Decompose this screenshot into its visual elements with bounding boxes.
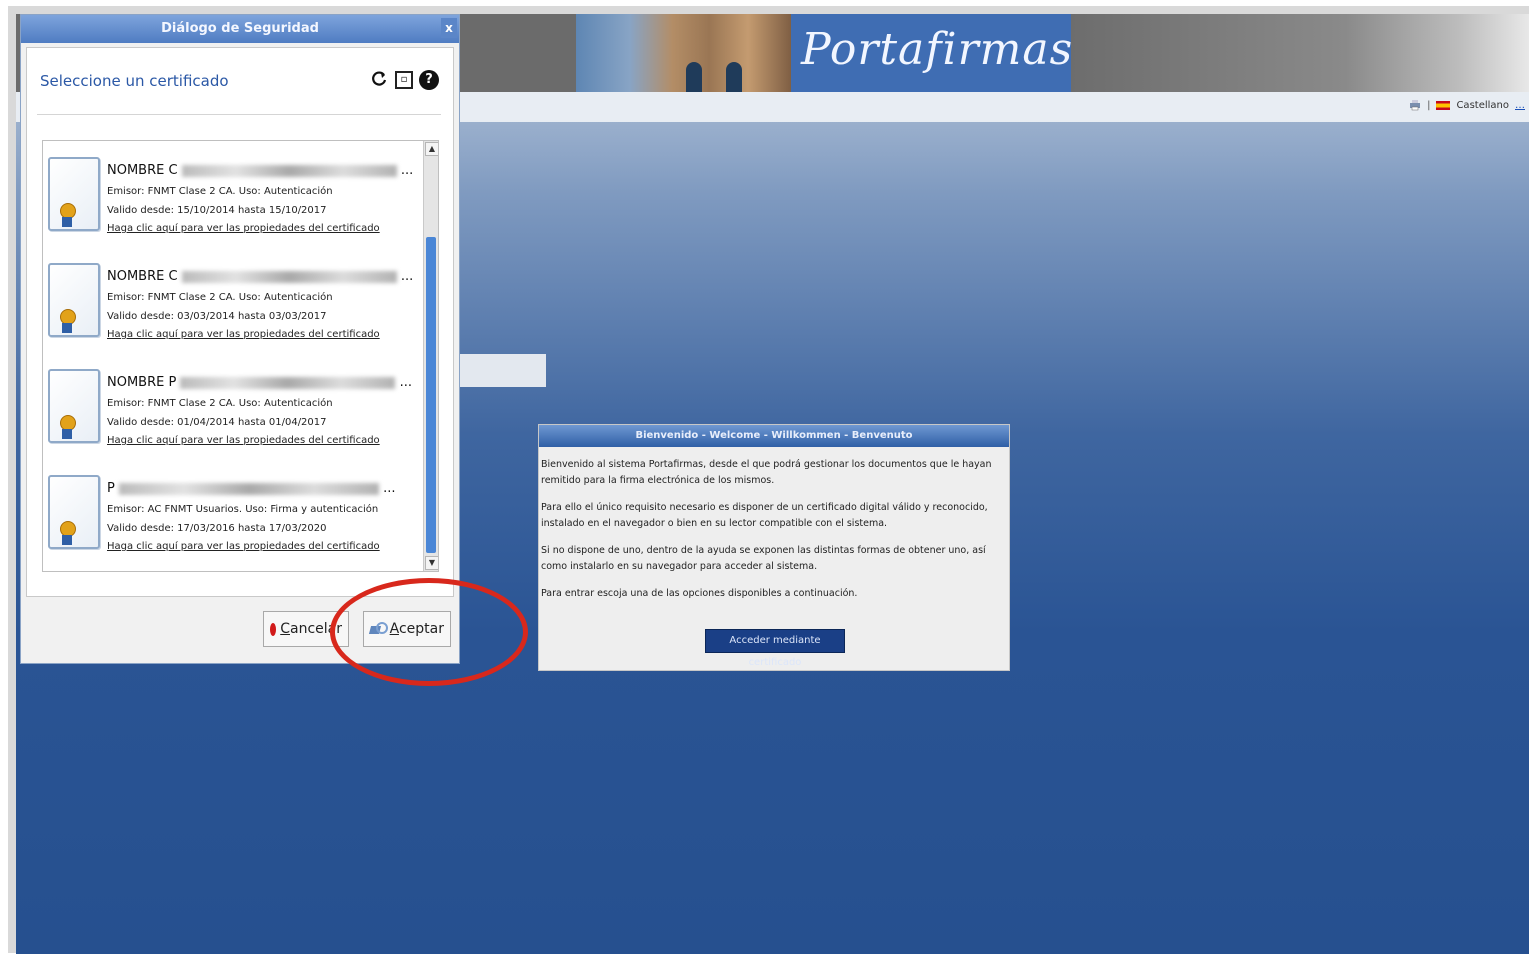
dialog-titlebar[interactable]: Diálogo de Seguridad x bbox=[21, 15, 459, 43]
certificate-properties-link[interactable]: Haga clic aquí para ver las propiedades … bbox=[107, 329, 380, 340]
cancel-icon bbox=[270, 622, 277, 636]
certificate-validity: Valido desde: 01/04/2014 hasta 01/04/201… bbox=[107, 417, 327, 428]
redacted-text bbox=[118, 482, 379, 495]
name-ellipsis: ... bbox=[383, 481, 396, 496]
certificate-validity: Valido desde: 15/10/2014 hasta 15/10/201… bbox=[107, 205, 327, 216]
dialog-tools: ▫ ? bbox=[369, 70, 439, 90]
toolbar-icons: | Castellano … bbox=[1409, 94, 1529, 116]
arch-decoration bbox=[726, 62, 742, 92]
highlight-annotation bbox=[330, 578, 528, 686]
close-icon[interactable]: x bbox=[441, 18, 457, 38]
certificate-icon bbox=[48, 157, 100, 231]
welcome-paragraph: Para ello el único requisito necesario e… bbox=[541, 502, 988, 529]
certificate-issuer: Emisor: FNMT Clase 2 CA. Uso: Autenticac… bbox=[107, 292, 333, 303]
certificate-name: NOMBRE P ... bbox=[107, 375, 412, 390]
certificate-name-text: NOMBRE P bbox=[107, 375, 177, 390]
header-photo bbox=[576, 14, 791, 92]
certificate-issuer: Emisor: FNMT Clase 2 CA. Uso: Autenticac… bbox=[107, 186, 333, 197]
certificate-icon bbox=[48, 475, 100, 549]
certificate-login-button[interactable]: Acceder mediante certificado bbox=[705, 629, 845, 668]
welcome-paragraph: Bienvenido al sistema Portafirmas, desde… bbox=[541, 459, 992, 486]
restore-icon[interactable]: ▫ bbox=[395, 71, 413, 89]
flag-icon bbox=[1436, 100, 1451, 110]
welcome-paragraph: Si no dispone de uno, dentro de la ayuda… bbox=[541, 545, 986, 572]
certificate-item[interactable]: NOMBRE C ... Emisor: FNMT Clase 2 CA. Us… bbox=[43, 141, 421, 245]
certificate-icon bbox=[48, 369, 100, 443]
refresh-icon[interactable] bbox=[369, 70, 389, 90]
security-dialog: Diálogo de Seguridad x Seleccione un cer… bbox=[20, 14, 460, 664]
help-icon[interactable]: ? bbox=[419, 70, 439, 90]
scrollbar[interactable]: ▲ ▼ bbox=[423, 141, 438, 571]
certificate-properties-link[interactable]: Haga clic aquí para ver las propiedades … bbox=[107, 223, 380, 234]
certificate-properties-link[interactable]: Haga clic aquí para ver las propiedades … bbox=[107, 435, 380, 446]
welcome-body: Bienvenido al sistema Portafirmas, desde… bbox=[539, 447, 1009, 602]
dialog-panel: Seleccione un certificado ▫ ? NOMBRE C .… bbox=[26, 47, 454, 597]
scroll-down-icon[interactable]: ▼ bbox=[425, 556, 438, 570]
redacted-text bbox=[180, 376, 396, 389]
divider bbox=[37, 114, 441, 115]
certificate-icon bbox=[48, 263, 100, 337]
name-ellipsis: ... bbox=[399, 375, 412, 390]
arch-decoration bbox=[686, 62, 702, 92]
print-icon[interactable] bbox=[1409, 99, 1421, 111]
scroll-thumb[interactable] bbox=[426, 237, 436, 553]
welcome-title: Bienvenido - Welcome - Willkommen - Benv… bbox=[539, 425, 1009, 447]
app-title: Portafirmas bbox=[801, 24, 1074, 75]
welcome-paragraph: Para entrar escoja una de las opciones d… bbox=[541, 588, 858, 599]
language-link[interactable]: … bbox=[1515, 100, 1525, 111]
certificate-name: NOMBRE C ... bbox=[107, 269, 413, 284]
title-block: Portafirmas bbox=[791, 14, 1074, 92]
welcome-panel: Bienvenido - Welcome - Willkommen - Benv… bbox=[538, 424, 1010, 671]
name-ellipsis: ... bbox=[400, 163, 414, 178]
header-photo-right bbox=[1071, 14, 1529, 92]
dialog-title: Diálogo de Seguridad bbox=[161, 21, 319, 36]
certificate-item[interactable]: NOMBRE P ... Emisor: FNMT Clase 2 CA. Us… bbox=[43, 353, 421, 457]
certificate-item[interactable]: P ... Emisor: AC FNMT Usuarios. Uso: Fir… bbox=[43, 459, 421, 563]
side-tab bbox=[456, 354, 546, 387]
certificate-properties-link[interactable]: Haga clic aquí para ver las propiedades … bbox=[107, 541, 380, 552]
certificate-name: NOMBRE C ... bbox=[107, 163, 413, 178]
certificate-name-text: NOMBRE C bbox=[107, 269, 178, 284]
certificate-validity: Valido desde: 03/03/2014 hasta 03/03/201… bbox=[107, 311, 327, 322]
redacted-text bbox=[181, 164, 397, 177]
certificate-list[interactable]: NOMBRE C ... Emisor: FNMT Clase 2 CA. Us… bbox=[42, 140, 439, 572]
redacted-text bbox=[181, 270, 397, 283]
name-ellipsis: ... bbox=[400, 269, 414, 284]
language-label[interactable]: Castellano bbox=[1456, 100, 1509, 111]
certificate-item[interactable]: NOMBRE C ... Emisor: FNMT Clase 2 CA. Us… bbox=[43, 247, 421, 351]
scroll-up-icon[interactable]: ▲ bbox=[425, 142, 438, 156]
certificate-name-text: NOMBRE C bbox=[107, 163, 178, 178]
dialog-heading: Seleccione un certificado bbox=[40, 72, 229, 90]
certificate-name-text: P bbox=[107, 481, 115, 496]
certificate-issuer: Emisor: AC FNMT Usuarios. Uso: Firma y a… bbox=[107, 504, 379, 515]
certificate-issuer: Emisor: FNMT Clase 2 CA. Uso: Autenticac… bbox=[107, 398, 333, 409]
certificate-validity: Valido desde: 17/03/2016 hasta 17/03/202… bbox=[107, 523, 327, 534]
separator: | bbox=[1427, 99, 1431, 111]
certificate-name: P ... bbox=[107, 481, 396, 496]
